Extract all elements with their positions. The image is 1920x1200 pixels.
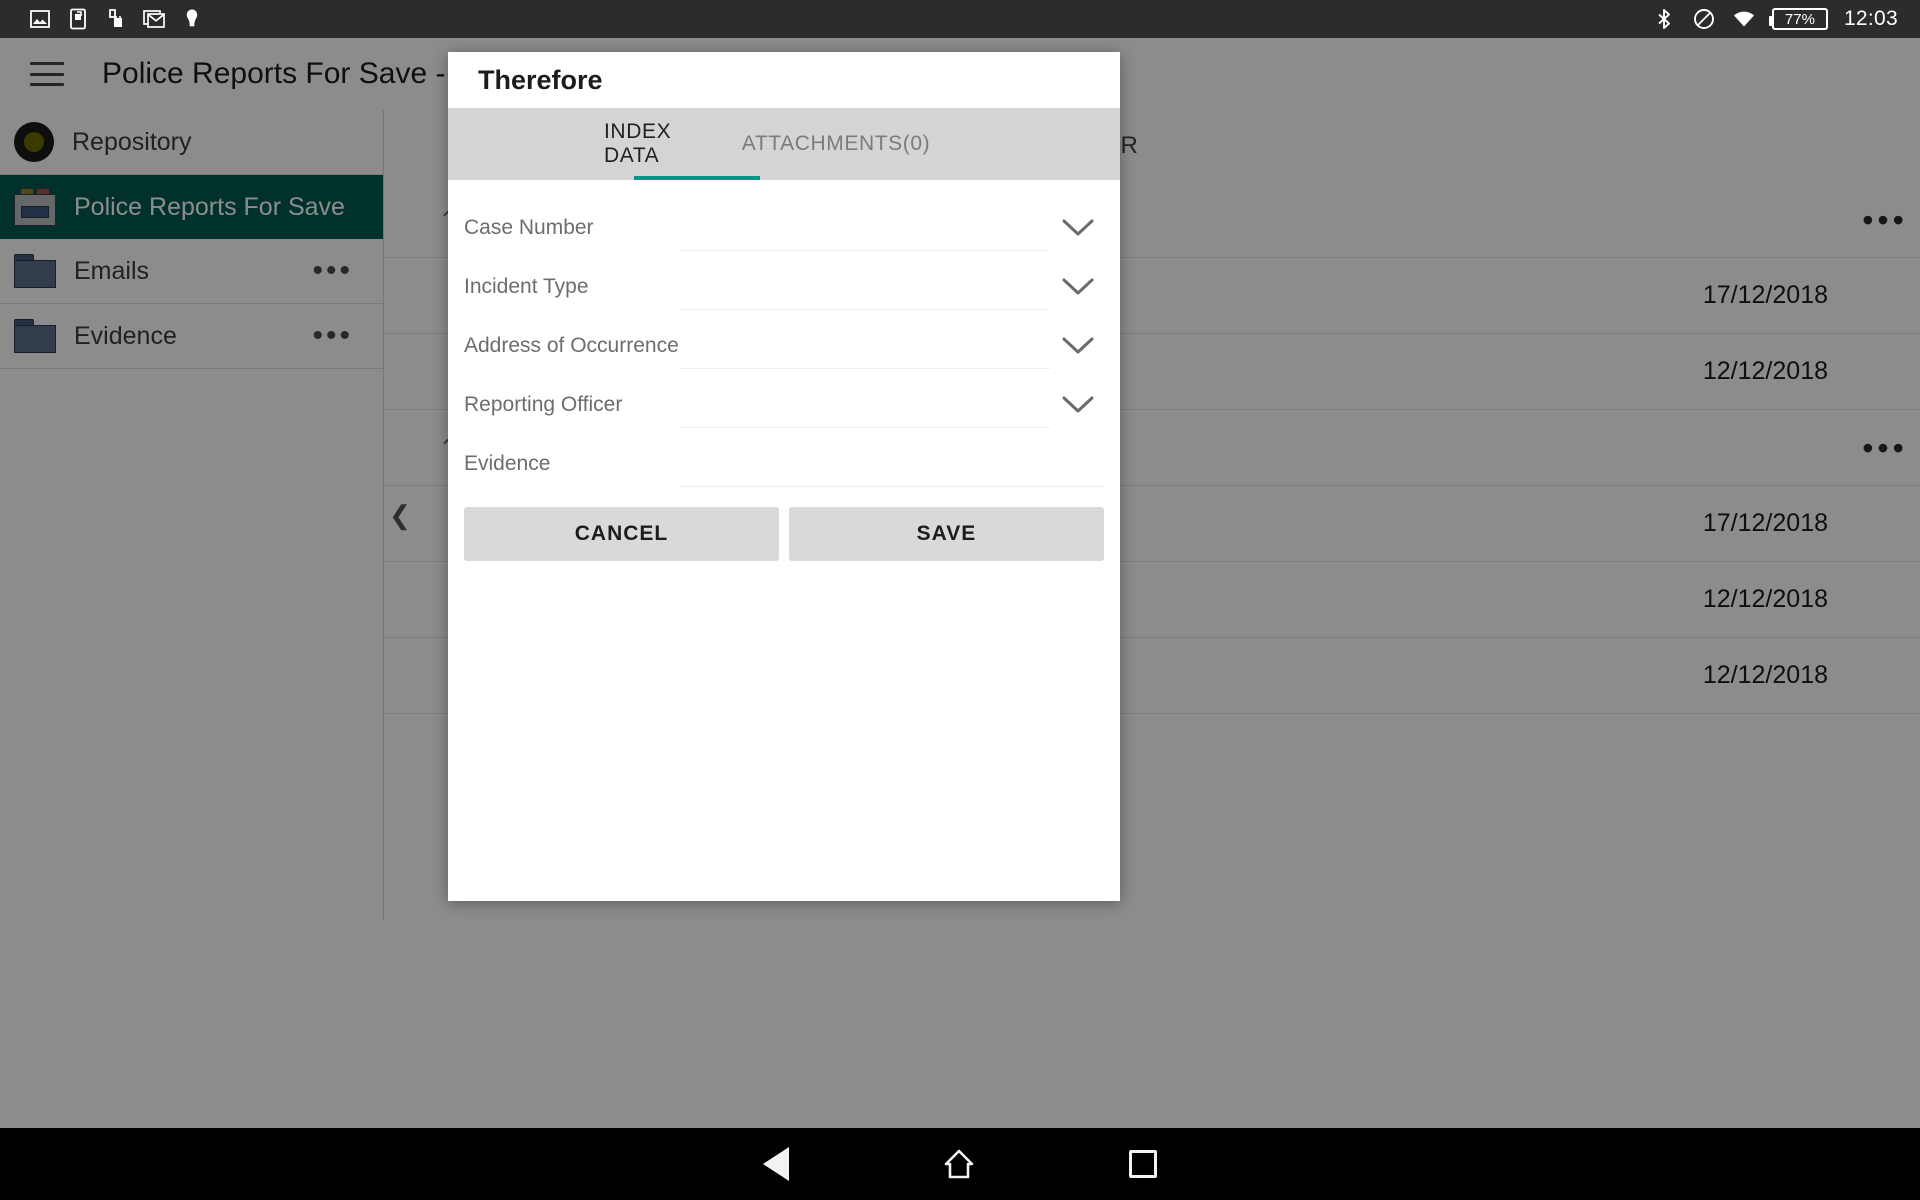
home-circle-icon[interactable] bbox=[943, 1148, 975, 1180]
dialog-actions: CANCEL SAVE bbox=[448, 493, 1120, 561]
case-number-input[interactable] bbox=[679, 205, 1050, 251]
gmail-icon bbox=[142, 7, 166, 31]
tab-label: ATTACHMENTS(0) bbox=[742, 132, 930, 156]
field-label: Incident Type bbox=[464, 275, 679, 299]
dialog-body: Case Number Incident Type Address of O bbox=[448, 180, 1120, 901]
screenshot-icon bbox=[66, 7, 90, 31]
back-triangle-icon[interactable] bbox=[763, 1147, 789, 1181]
wifi-icon bbox=[1732, 7, 1756, 31]
status-bar-system: 77% 12:03 bbox=[1652, 7, 1904, 31]
chevron-down-icon[interactable] bbox=[1050, 335, 1106, 357]
field-address-of-occurrence[interactable]: Address of Occurrence bbox=[448, 316, 1120, 375]
incident-type-input[interactable] bbox=[679, 264, 1050, 310]
recents-square-icon[interactable] bbox=[1129, 1150, 1157, 1178]
status-bar-notifications bbox=[28, 7, 204, 31]
chevron-down-icon[interactable] bbox=[1050, 394, 1106, 416]
chevron-down-icon[interactable] bbox=[1050, 276, 1106, 298]
field-incident-type[interactable]: Incident Type bbox=[448, 257, 1120, 316]
field-label: Address of Occurrence bbox=[464, 334, 679, 358]
screen-root: Police Reports For Save - 123456 Reposit… bbox=[0, 0, 1920, 1200]
tab-index-data[interactable]: INDEX DATA bbox=[598, 108, 724, 180]
save-button[interactable]: SAVE bbox=[789, 507, 1104, 561]
field-reporting-officer[interactable]: Reporting Officer bbox=[448, 375, 1120, 434]
field-label: Evidence bbox=[464, 452, 679, 476]
image-icon bbox=[28, 7, 52, 31]
status-bar: 77% 12:03 bbox=[0, 0, 1920, 38]
android-navigation-bar bbox=[0, 1128, 1920, 1200]
do-not-disturb-icon bbox=[1692, 7, 1716, 31]
address-of-occurrence-input[interactable] bbox=[679, 323, 1050, 369]
dialog-title: Therefore bbox=[448, 52, 1120, 108]
active-tab-indicator bbox=[634, 176, 760, 180]
keyhole-icon bbox=[180, 7, 204, 31]
battery-indicator: 77% bbox=[1772, 8, 1828, 30]
field-label: Case Number bbox=[464, 216, 679, 240]
tab-attachments[interactable]: ATTACHMENTS(0) bbox=[756, 108, 916, 180]
field-case-number[interactable]: Case Number bbox=[448, 198, 1120, 257]
bluetooth-icon bbox=[1652, 7, 1676, 31]
index-data-dialog: Therefore INDEX DATA ATTACHMENTS(0) Case… bbox=[448, 52, 1120, 901]
reporting-officer-input[interactable] bbox=[679, 382, 1050, 428]
chevron-down-icon[interactable] bbox=[1050, 217, 1106, 239]
tab-label: INDEX DATA bbox=[604, 120, 718, 168]
field-evidence[interactable]: Evidence bbox=[448, 434, 1120, 493]
evidence-input[interactable] bbox=[679, 441, 1106, 487]
field-label: Reporting Officer bbox=[464, 393, 679, 417]
clock: 12:03 bbox=[1844, 7, 1898, 31]
usb-android-icon bbox=[104, 7, 128, 31]
dialog-tab-bar: INDEX DATA ATTACHMENTS(0) bbox=[448, 108, 1120, 180]
cancel-button[interactable]: CANCEL bbox=[464, 507, 779, 561]
